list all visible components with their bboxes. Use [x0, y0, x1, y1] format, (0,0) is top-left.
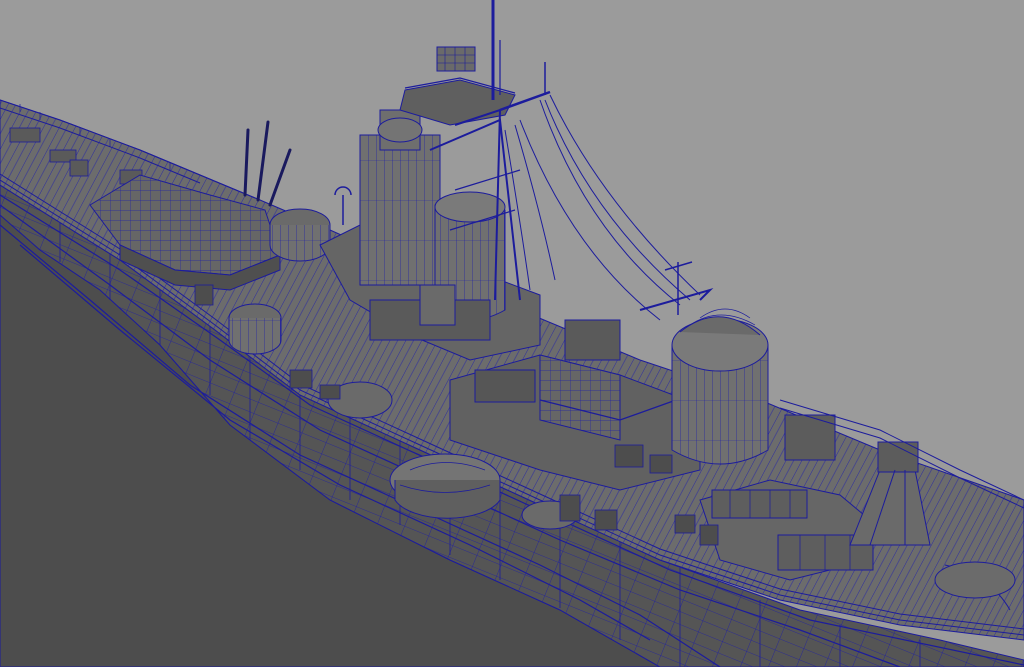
aft-funnel[interactable] — [671, 308, 769, 465]
ship-model-scene[interactable] — [0, 0, 1024, 667]
3d-viewport[interactable] — [0, 0, 1024, 667]
rigging-cables — [504, 94, 714, 321]
